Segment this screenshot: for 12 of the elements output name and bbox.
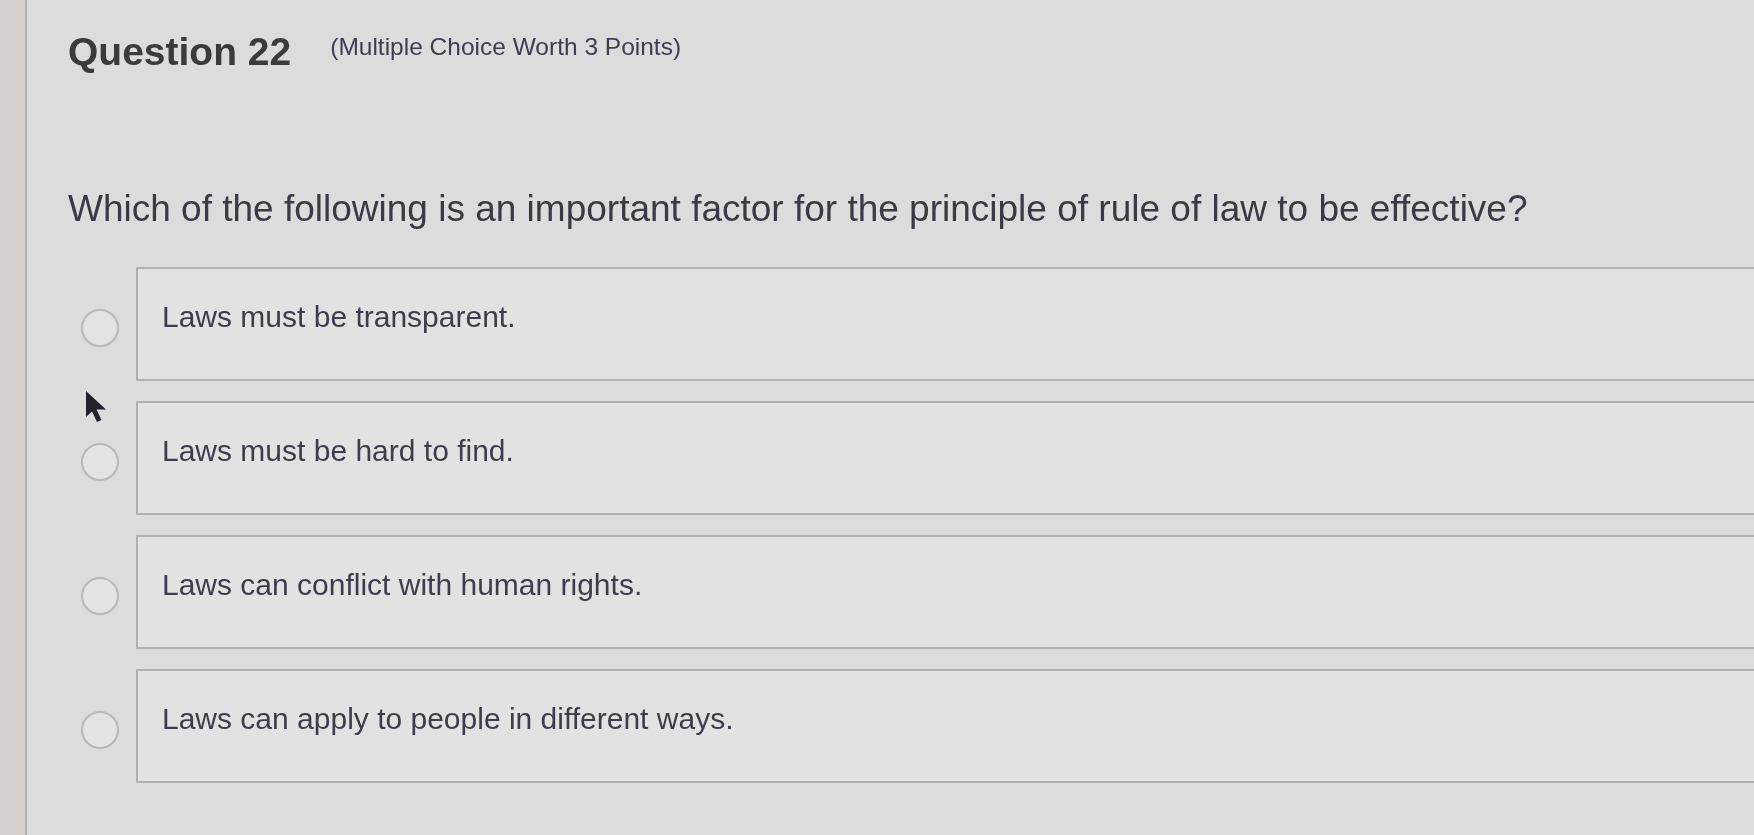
answer-option[interactable]: Laws must be hard to find.	[136, 401, 1754, 515]
radio-button[interactable]	[81, 711, 119, 749]
radio-button[interactable]	[81, 577, 119, 615]
points-label: (Multiple Choice Worth 3 Points)	[330, 32, 682, 61]
radio-button[interactable]	[81, 443, 119, 481]
question-prompt: Which of the following is an important factor for the principle of rule of law to be effective?	[68, 187, 1529, 231]
radio-button[interactable]	[81, 309, 119, 347]
answer-option[interactable]: Laws can conflict with human rights.	[136, 535, 1754, 649]
answer-option[interactable]: Laws can apply to people in different ways.	[136, 669, 1754, 783]
answer-option[interactable]: Laws must be transparent.	[136, 267, 1754, 381]
cursor-icon	[85, 390, 107, 423]
question-title: Question 22	[68, 29, 292, 75]
